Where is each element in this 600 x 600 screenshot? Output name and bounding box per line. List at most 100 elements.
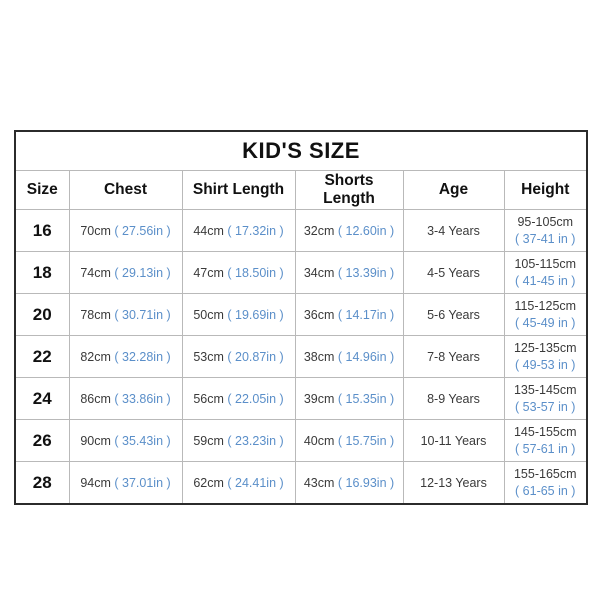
cell-shirt-length-inches: ( 20.87in ) bbox=[227, 349, 284, 364]
cell-shorts-length-cm: 38cm bbox=[303, 349, 335, 364]
cell-shirt-length: 62cm ( 24.41in ) bbox=[181, 461, 296, 505]
cell-chest-cm: 70cm bbox=[80, 223, 111, 238]
column-header-shirt-length: Shirt Length bbox=[181, 170, 296, 210]
cell-shorts-length: 38cm ( 14.96in ) bbox=[294, 335, 404, 378]
cell-shorts-length-inches: ( 12.60in ) bbox=[337, 223, 395, 238]
cell-height-cm: 155-165cm bbox=[513, 466, 577, 481]
cell-chest-cm: 94cm bbox=[80, 475, 111, 490]
cell-shorts-length-inches: ( 16.93in ) bbox=[337, 475, 395, 490]
cell-shorts-length-cm: 36cm bbox=[303, 307, 335, 322]
cell-shirt-length-cm: 44cm bbox=[193, 223, 224, 238]
cell-height-inches: ( 57-61 in ) bbox=[515, 441, 576, 456]
cell-height: 145-155cm ( 57-61 in ) bbox=[503, 419, 588, 462]
cell-shorts-length: 36cm ( 14.17in ) bbox=[294, 293, 404, 336]
cell-shirt-length-inches: ( 23.23in ) bbox=[227, 433, 284, 448]
cell-shorts-length-cm: 40cm bbox=[303, 433, 335, 448]
cell-shirt-length-inches: ( 17.32in ) bbox=[227, 223, 284, 238]
table-row: 18 74cm ( 29.13in ) 47cm ( 18.50in ) 34cm (… bbox=[14, 251, 588, 294]
cell-shirt-length: 44cm ( 17.32in ) bbox=[181, 209, 296, 252]
cell-height-cm: 145-155cm bbox=[513, 424, 577, 439]
cell-age: 5-6 Years bbox=[402, 293, 505, 336]
column-header-size: Size bbox=[14, 170, 70, 210]
cell-height: 105-115cm ( 41-45 in ) bbox=[503, 251, 588, 294]
cell-size: 22 bbox=[14, 335, 70, 378]
cell-shorts-length: 34cm ( 13.39in ) bbox=[294, 251, 404, 294]
cell-height-inches: ( 49-53 in ) bbox=[515, 357, 576, 372]
cell-size: 18 bbox=[14, 251, 70, 294]
cell-chest: 78cm ( 30.71in ) bbox=[68, 293, 183, 336]
cell-chest: 86cm ( 33.86in ) bbox=[68, 377, 183, 420]
cell-size: 20 bbox=[14, 293, 70, 336]
cell-size: 24 bbox=[14, 377, 70, 420]
cell-height-cm: 125-135cm bbox=[513, 340, 577, 355]
cell-height-inches: ( 61-65 in ) bbox=[515, 483, 576, 498]
cell-shorts-length: 39cm ( 15.35in ) bbox=[294, 377, 404, 420]
cell-age: 4-5 Years bbox=[402, 251, 505, 294]
cell-height-inches: ( 37-41 in ) bbox=[515, 231, 576, 246]
table-row: 24 86cm ( 33.86in ) 56cm ( 22.05in ) 39cm (… bbox=[14, 377, 588, 420]
table-row: 22 82cm ( 32.28in ) 53cm ( 20.87in ) 38cm (… bbox=[14, 335, 588, 378]
cell-chest-inches: ( 33.86in ) bbox=[114, 391, 171, 406]
cell-shorts-length-cm: 39cm bbox=[303, 391, 335, 406]
cell-shirt-length-inches: ( 19.69in ) bbox=[227, 307, 284, 322]
cell-height-cm: 95-105cm bbox=[517, 214, 574, 229]
cell-size: 16 bbox=[14, 209, 70, 252]
cell-shorts-length-cm: 32cm bbox=[303, 223, 335, 238]
cell-chest: 74cm ( 29.13in ) bbox=[68, 251, 183, 294]
cell-age: 8-9 Years bbox=[402, 377, 505, 420]
column-header-height: Height bbox=[503, 170, 588, 210]
cell-size: 26 bbox=[14, 419, 70, 462]
table-row: 28 94cm ( 37.01in ) 62cm ( 24.41in ) 43cm (… bbox=[14, 461, 588, 505]
cell-age: 7-8 Years bbox=[402, 335, 505, 378]
cell-height-inches: ( 53-57 in ) bbox=[515, 399, 576, 414]
cell-shorts-length-inches: ( 14.17in ) bbox=[337, 307, 395, 322]
cell-chest-cm: 74cm bbox=[80, 265, 111, 280]
cell-chest-inches: ( 29.13in ) bbox=[114, 265, 171, 280]
cell-shorts-length: 32cm ( 12.60in ) bbox=[294, 209, 404, 252]
size-chart-container: KID'S SIZE Size Chest Shirt Length Short… bbox=[14, 130, 589, 505]
cell-height: 115-125cm ( 45-49 in ) bbox=[503, 293, 588, 336]
cell-shirt-length: 59cm ( 23.23in ) bbox=[181, 419, 296, 462]
cell-height-cm: 135-145cm bbox=[513, 382, 577, 397]
cell-shirt-length: 56cm ( 22.05in ) bbox=[181, 377, 296, 420]
cell-shorts-length-inches: ( 15.75in ) bbox=[337, 433, 395, 448]
cell-chest-cm: 78cm bbox=[80, 307, 111, 322]
cell-shirt-length-cm: 50cm bbox=[193, 307, 224, 322]
cell-shirt-length-cm: 59cm bbox=[193, 433, 224, 448]
table-row: 16 70cm ( 27.56in ) 44cm ( 17.32in ) 32cm (… bbox=[14, 209, 588, 252]
cell-shirt-length: 47cm ( 18.50in ) bbox=[181, 251, 296, 294]
cell-height-inches: ( 45-49 in ) bbox=[515, 315, 576, 330]
table-header-row: Size Chest Shirt Length Shorts Length Ag… bbox=[14, 170, 588, 210]
cell-shorts-length: 43cm ( 16.93in ) bbox=[294, 461, 404, 505]
table-row: 26 90cm ( 35.43in ) 59cm ( 23.23in ) 40cm (… bbox=[14, 419, 588, 462]
cell-chest: 94cm ( 37.01in ) bbox=[68, 461, 183, 505]
cell-shirt-length-inches: ( 18.50in ) bbox=[227, 265, 284, 280]
cell-shorts-length-inches: ( 15.35in ) bbox=[337, 391, 395, 406]
cell-shirt-length-cm: 53cm bbox=[193, 349, 224, 364]
cell-age: 3-4 Years bbox=[402, 209, 505, 252]
cell-chest-inches: ( 32.28in ) bbox=[114, 349, 171, 364]
cell-chest: 82cm ( 32.28in ) bbox=[68, 335, 183, 378]
kids-size-table: KID'S SIZE Size Chest Shirt Length Short… bbox=[14, 130, 589, 505]
cell-shirt-length: 50cm ( 19.69in ) bbox=[181, 293, 296, 336]
cell-shorts-length-inches: ( 14.96in ) bbox=[337, 349, 395, 364]
cell-height-cm: 115-125cm bbox=[514, 298, 577, 313]
cell-shirt-length-cm: 56cm bbox=[193, 391, 224, 406]
cell-height: 135-145cm ( 53-57 in ) bbox=[503, 377, 588, 420]
cell-height: 125-135cm ( 49-53 in ) bbox=[503, 335, 588, 378]
cell-chest-inches: ( 27.56in ) bbox=[114, 223, 171, 238]
cell-height: 95-105cm ( 37-41 in ) bbox=[503, 209, 588, 252]
cell-chest: 70cm ( 27.56in ) bbox=[68, 209, 183, 252]
column-header-age: Age bbox=[402, 170, 505, 210]
cell-chest-cm: 90cm bbox=[80, 433, 111, 448]
cell-height: 155-165cm ( 61-65 in ) bbox=[503, 461, 588, 505]
page-title: KID'S SIZE bbox=[14, 130, 588, 171]
cell-chest-inches: ( 30.71in ) bbox=[114, 307, 171, 322]
column-header-shorts-length: Shorts Length bbox=[294, 170, 404, 210]
cell-shirt-length-cm: 47cm bbox=[193, 265, 224, 280]
cell-chest-inches: ( 35.43in ) bbox=[114, 433, 171, 448]
cell-height-cm: 105-115cm bbox=[514, 256, 577, 271]
cell-chest-cm: 86cm bbox=[80, 391, 111, 406]
cell-age: 12-13 Years bbox=[402, 461, 505, 505]
cell-shorts-length-cm: 43cm bbox=[303, 475, 335, 490]
